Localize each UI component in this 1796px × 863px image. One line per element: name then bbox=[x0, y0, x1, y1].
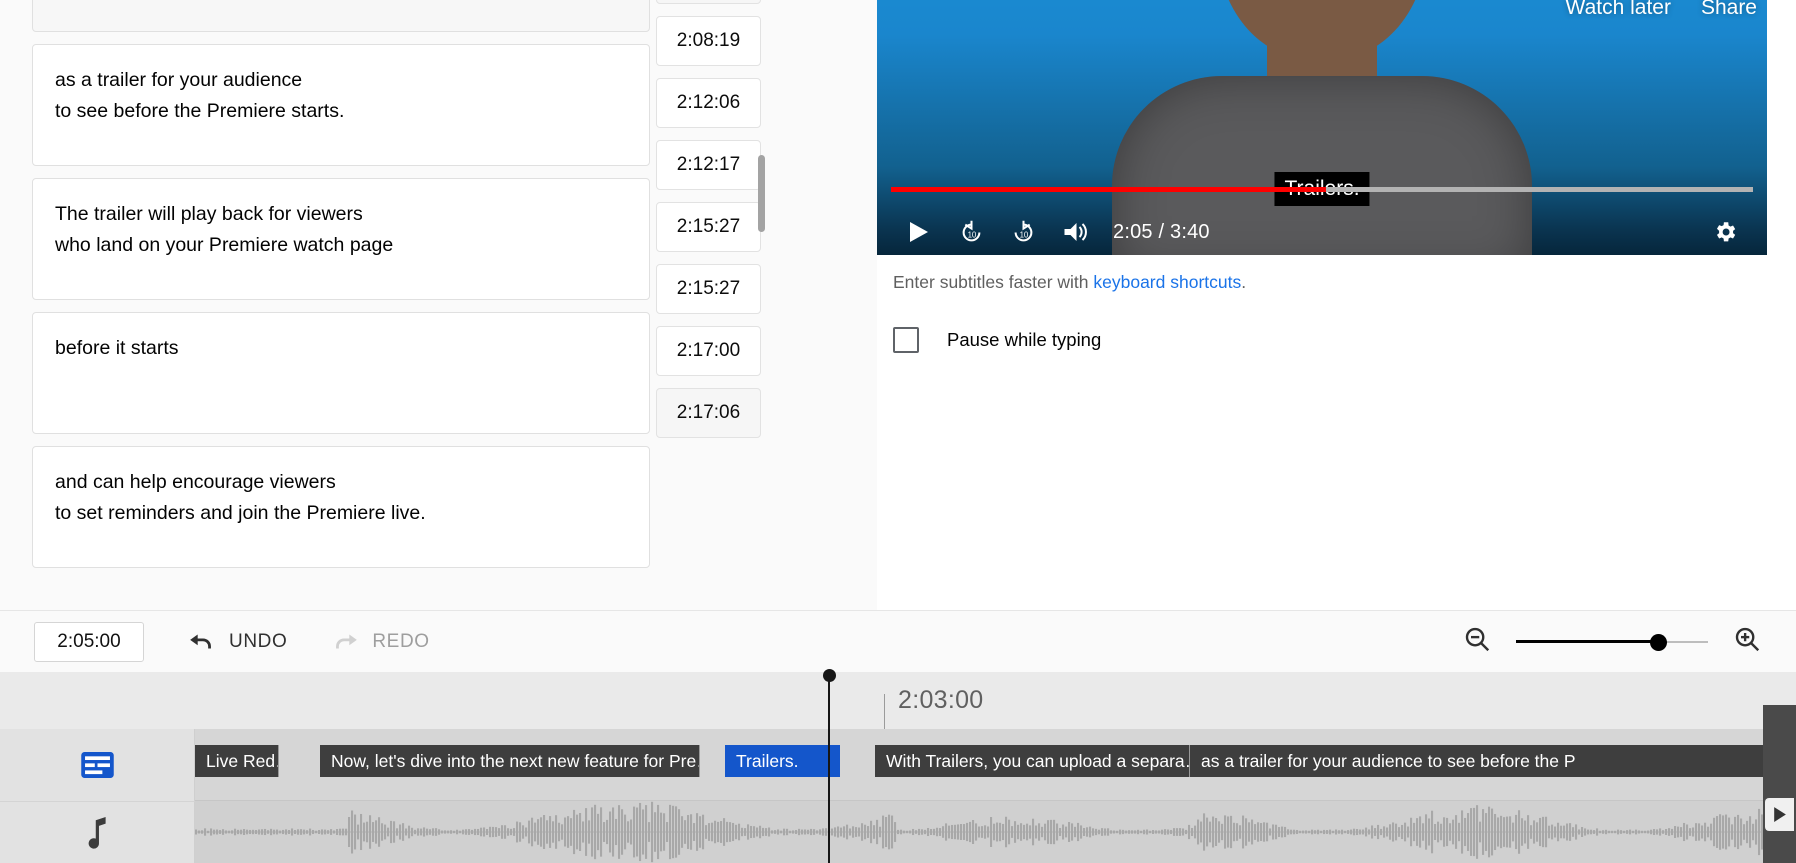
video-top-actions: Watch later Share bbox=[1566, 0, 1757, 20]
caption-text-box[interactable]: and can help encourage viewers to set rem… bbox=[32, 446, 650, 568]
zoom-slider-knob[interactable] bbox=[1650, 633, 1667, 651]
caption-list-panel[interactable]: you can upload a separate video as a trai… bbox=[0, 0, 862, 610]
timestamp-chip[interactable]: 2:08:19 bbox=[656, 0, 761, 4]
video-time-display: 2:05 / 3:40 bbox=[1113, 220, 1210, 243]
hint-suffix: . bbox=[1241, 272, 1247, 292]
cc-track-header[interactable] bbox=[0, 729, 195, 801]
pause-while-typing-row[interactable]: Pause while typing bbox=[893, 327, 1773, 353]
editor-top-area: you can upload a separate video as a trai… bbox=[0, 0, 1796, 610]
svg-text:10: 10 bbox=[967, 230, 976, 239]
video-controls: 10 10 2:05 / 3:40 bbox=[877, 208, 1767, 255]
caption-list-scrollbar[interactable] bbox=[758, 0, 768, 530]
caption-text-box[interactable]: you can upload a separate video bbox=[32, 0, 650, 32]
timeline-caption-segment[interactable]: as a trailer for your audience to see be… bbox=[1190, 745, 1796, 777]
timestamp-chip[interactable]: 2:17:00 bbox=[656, 326, 761, 376]
timestamp-chip[interactable]: 2:17:06 bbox=[656, 388, 761, 438]
share-button[interactable]: Share bbox=[1701, 0, 1757, 20]
redo-label: REDO bbox=[372, 630, 430, 652]
caption-scroll-container: you can upload a separate video as a trai… bbox=[0, 0, 862, 580]
playhead-line bbox=[828, 676, 830, 863]
timestamp-chip[interactable]: 2:12:06 bbox=[656, 78, 761, 128]
audio-waveform bbox=[195, 801, 1796, 863]
music-note-icon bbox=[88, 816, 106, 849]
timeline-caption-segment[interactable]: Live Red… bbox=[195, 745, 279, 777]
volume-icon[interactable] bbox=[1049, 211, 1101, 253]
rewind-10-icon[interactable]: 10 bbox=[945, 211, 997, 253]
timestamp-chip[interactable]: 2:15:27 bbox=[656, 264, 761, 314]
cc-track-lane[interactable]: Live Red… Now, let's dive into the next n… bbox=[195, 729, 1796, 801]
caption-line: as a trailer for your audience bbox=[55, 69, 303, 91]
zoom-slider[interactable] bbox=[1516, 631, 1708, 653]
hint-prefix: Enter subtitles faster with bbox=[893, 272, 1094, 292]
undo-button[interactable]: UNDO bbox=[188, 631, 287, 653]
video-player[interactable]: Watch later Share Trailers. 10 bbox=[877, 0, 1767, 255]
closed-caption-icon bbox=[80, 752, 114, 778]
video-progress-bar[interactable] bbox=[891, 187, 1753, 192]
subtitle-helper-area: Enter subtitles faster with keyboard sho… bbox=[893, 272, 1773, 353]
forward-10-icon[interactable]: 10 bbox=[997, 211, 1049, 253]
caption-line: to set reminders and join the Premiere l… bbox=[55, 502, 426, 524]
zoom-slider-fill bbox=[1516, 639, 1660, 643]
caption-text-box[interactable]: The trailer will play back for viewers wh… bbox=[32, 178, 650, 300]
svg-text:10: 10 bbox=[1019, 230, 1028, 239]
pause-while-typing-label: Pause while typing bbox=[947, 329, 1102, 350]
timeline-ruler[interactable]: 2:03:00 bbox=[0, 672, 1796, 729]
timeline-right-edge bbox=[1763, 705, 1796, 863]
current-timecode-field[interactable]: 2:05:00 bbox=[34, 621, 144, 662]
timestamp-chip[interactable]: 2:12:17 bbox=[656, 140, 761, 190]
caption-line: and can help encourage viewers bbox=[55, 471, 336, 493]
subtitle-editor-app: you can upload a separate video as a trai… bbox=[0, 0, 1796, 863]
timeline-caption-segment[interactable]: Now, let's dive into the next new featur… bbox=[320, 745, 700, 777]
caption-line: before it starts bbox=[55, 337, 179, 359]
caption-text-box[interactable]: before it starts bbox=[32, 312, 650, 434]
zoom-in-icon[interactable] bbox=[1732, 624, 1762, 659]
caption-line: who land on your Premiere watch page bbox=[55, 234, 394, 256]
redo-button[interactable]: REDO bbox=[331, 631, 429, 653]
timestamp-chip[interactable]: 2:08:19 bbox=[656, 16, 761, 66]
zoom-out-icon[interactable] bbox=[1462, 624, 1492, 659]
video-preview-pane: Watch later Share Trailers. 10 bbox=[877, 0, 1796, 610]
undo-icon bbox=[190, 633, 211, 648]
keyboard-shortcut-hint: Enter subtitles faster with keyboard sho… bbox=[893, 272, 1773, 293]
play-icon[interactable] bbox=[893, 211, 945, 253]
progress-played bbox=[891, 187, 1327, 192]
timestamp-chip[interactable]: 2:15:27 bbox=[656, 202, 761, 252]
caption-text-box[interactable]: as a trailer for your audience to see bef… bbox=[32, 44, 650, 166]
pause-while-typing-checkbox[interactable] bbox=[893, 327, 919, 353]
gear-icon[interactable] bbox=[1699, 211, 1751, 253]
undo-label: UNDO bbox=[229, 630, 288, 652]
caption-text-column: you can upload a separate video as a trai… bbox=[0, 0, 656, 580]
scrollbar-thumb[interactable] bbox=[758, 155, 765, 232]
timeline-caption-segment[interactable]: Trailers. bbox=[725, 745, 840, 777]
redo-icon bbox=[336, 633, 358, 648]
timeline-scroll-right-button[interactable] bbox=[1765, 798, 1794, 831]
audio-track-header[interactable] bbox=[0, 801, 195, 863]
timeline-caption-segment[interactable]: With Trailers, you can upload a separa… bbox=[875, 745, 1190, 777]
caption-line: The trailer will play back for viewers bbox=[55, 203, 363, 225]
watch-later-button[interactable]: Watch later bbox=[1566, 0, 1671, 20]
audio-track-lane[interactable] bbox=[195, 801, 1796, 863]
ruler-tick bbox=[884, 694, 885, 729]
editor-toolbar: 2:05:00 UNDO REDO bbox=[0, 610, 1796, 672]
ruler-time-label: 2:03:00 bbox=[898, 686, 984, 714]
keyboard-shortcuts-link[interactable]: keyboard shortcuts bbox=[1093, 272, 1241, 292]
caption-line: to see before the Premiere starts. bbox=[55, 100, 345, 122]
timeline-panel: 2:03:00 Live Red… Now, let's dive into th… bbox=[0, 672, 1796, 863]
timeline-zoom-controls bbox=[1462, 624, 1762, 659]
play-arrow-icon bbox=[1774, 807, 1786, 822]
